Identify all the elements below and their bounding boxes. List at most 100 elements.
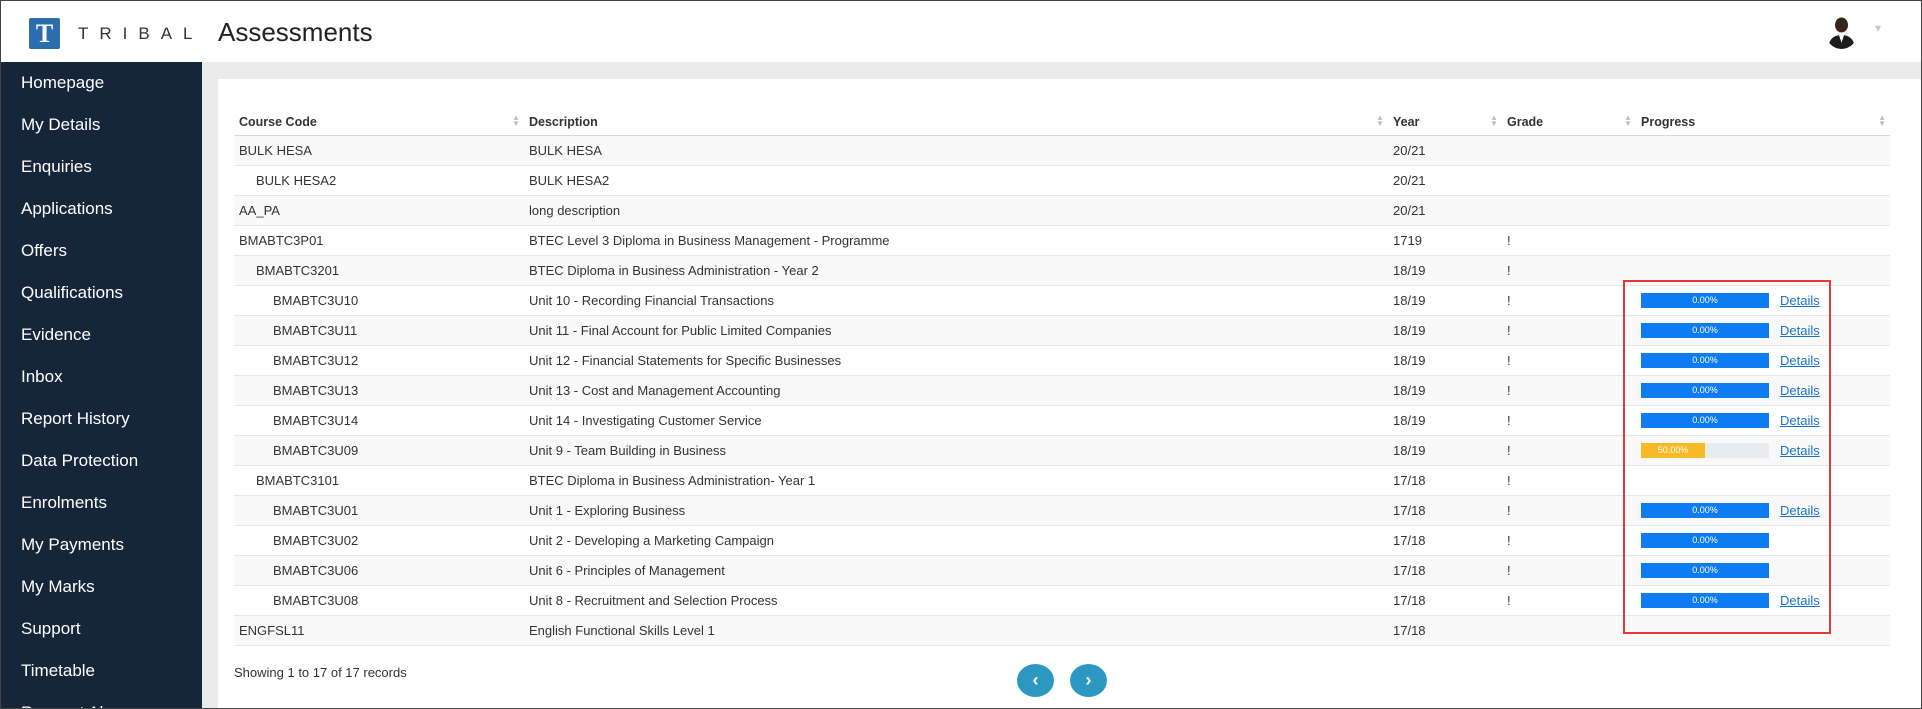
year-cell: 20/21 <box>1388 135 1502 166</box>
year-cell: 20/21 <box>1388 165 1502 196</box>
progress-cell <box>1636 165 1890 196</box>
table-row[interactable]: BULK HESA BULK HESA 20/21 <box>234 135 1890 166</box>
grade-cell: ! <box>1502 525 1636 556</box>
course-code-cell: BULK HESA <box>234 135 524 166</box>
year-cell: 18/19 <box>1388 405 1502 436</box>
chevron-left-icon: ‹ <box>1032 670 1039 690</box>
course-code-cell: BMABTC3U09 <box>234 435 524 466</box>
year-cell: 18/19 <box>1388 375 1502 406</box>
grade-cell: ! <box>1502 405 1636 436</box>
grade-cell: ! <box>1502 315 1636 346</box>
course-code-cell: BMABTC3U02 <box>234 525 524 556</box>
progress-cell <box>1636 225 1890 256</box>
column-header-progress[interactable]: Progress ▲ ▼ <box>1636 109 1890 136</box>
grade-cell: ! <box>1502 375 1636 406</box>
tribal-logo[interactable]: T TRIBAL <box>29 18 204 49</box>
page-title: Assessments <box>218 17 373 47</box>
top-header: T TRIBAL Assessments ▾ <box>1 1 1921 62</box>
course-code-cell: BULK HESA2 <box>234 165 524 196</box>
grade-cell <box>1502 615 1636 646</box>
grade-cell <box>1502 135 1636 166</box>
course-code-cell: BMABTC3201 <box>234 255 524 286</box>
sidebar-item-applications[interactable]: Applications <box>1 188 202 230</box>
table-row[interactable]: BMABTC3P01 BTEC Level 3 Diploma in Busine… <box>234 225 1890 256</box>
description-cell: BTEC Level 3 Diploma in Business Managem… <box>524 225 1388 256</box>
description-cell: BTEC Diploma in Business Administration-… <box>524 465 1388 496</box>
year-cell: 18/19 <box>1388 435 1502 466</box>
description-cell: long description <box>524 195 1388 226</box>
year-cell: 18/19 <box>1388 315 1502 346</box>
description-cell: Unit 8 - Recruitment and Selection Proce… <box>524 585 1388 616</box>
sort-icon[interactable]: ▲ ▼ <box>1490 114 1498 128</box>
grade-cell: ! <box>1502 255 1636 286</box>
course-code-cell: ENGFSL11 <box>234 615 524 646</box>
sidebar-item-my-details[interactable]: My Details <box>1 104 202 146</box>
year-cell: 18/19 <box>1388 345 1502 376</box>
course-code-cell: BMABTC3U12 <box>234 345 524 376</box>
column-header-year[interactable]: Year ▲ ▼ <box>1388 109 1502 136</box>
grade-cell: ! <box>1502 225 1636 256</box>
grade-cell: ! <box>1502 585 1636 616</box>
progress-cell <box>1636 195 1890 226</box>
year-cell: 17/18 <box>1388 495 1502 526</box>
course-code-cell: BMABTC3U11 <box>234 315 524 346</box>
grade-cell: ! <box>1502 285 1636 316</box>
sort-icon[interactable]: ▲ ▼ <box>512 114 520 128</box>
description-cell: Unit 2 - Developing a Marketing Campaign <box>524 525 1388 556</box>
description-cell: Unit 11 - Final Account for Public Limit… <box>524 315 1388 346</box>
column-header-course-code[interactable]: Course Code ▲ ▼ <box>234 109 524 136</box>
course-code-cell: BMABTC3U08 <box>234 585 524 616</box>
app-window: T TRIBAL Assessments ▾ Homepage My Detail… <box>0 0 1922 709</box>
description-cell: Unit 10 - Recording Financial Transactio… <box>524 285 1388 316</box>
sidebar-item-inbox[interactable]: Inbox <box>1 356 202 398</box>
column-header-description[interactable]: Description ▲ ▼ <box>524 109 1388 136</box>
sidebar-item-data-protection[interactable]: Data Protection <box>1 440 202 482</box>
sidebar-item-enrolments[interactable]: Enrolments <box>1 482 202 524</box>
sort-icon[interactable]: ▲ ▼ <box>1624 114 1632 128</box>
table-row[interactable]: BULK HESA2 BULK HESA2 20/21 <box>234 165 1890 196</box>
sidebar-item-request-absence[interactable]: Request Absence <box>1 692 202 708</box>
user-avatar[interactable] <box>1825 13 1858 49</box>
sidebar-item-my-payments[interactable]: My Payments <box>1 524 202 566</box>
sidebar-item-support[interactable]: Support <box>1 608 202 650</box>
year-cell: 17/18 <box>1388 615 1502 646</box>
course-code-cell: BMABTC3U10 <box>234 285 524 316</box>
sort-icon[interactable]: ▲ ▼ <box>1376 114 1384 128</box>
sidebar-item-timetable[interactable]: Timetable <box>1 650 202 692</box>
sidebar-item-homepage[interactable]: Homepage <box>1 62 202 104</box>
year-cell: 20/21 <box>1388 195 1502 226</box>
description-cell: Unit 13 - Cost and Management Accounting <box>524 375 1388 406</box>
grade-cell <box>1502 195 1636 226</box>
table-header-row: Course Code ▲ ▼ Description ▲ ▼ Year ▲ ▼ Grade… <box>234 109 1890 136</box>
description-cell: Unit 6 - Principles of Management <box>524 555 1388 586</box>
course-code-cell: AA_PA <box>234 195 524 226</box>
course-code-cell: BMABTC3U13 <box>234 375 524 406</box>
table-row[interactable]: AA_PA long description 20/21 <box>234 195 1890 226</box>
year-cell: 17/18 <box>1388 585 1502 616</box>
year-cell: 1719 <box>1388 225 1502 256</box>
column-header-grade[interactable]: Grade ▲ ▼ <box>1502 109 1636 136</box>
sidebar-item-enquiries[interactable]: Enquiries <box>1 146 202 188</box>
sidebar-item-my-marks[interactable]: My Marks <box>1 566 202 608</box>
sidebar-item-evidence[interactable]: Evidence <box>1 314 202 356</box>
sort-icon[interactable]: ▲ ▼ <box>1878 114 1886 128</box>
grade-cell: ! <box>1502 555 1636 586</box>
sidebar-item-qualifications[interactable]: Qualifications <box>1 272 202 314</box>
year-cell: 18/19 <box>1388 255 1502 286</box>
description-cell: English Functional Skills Level 1 <box>524 615 1388 646</box>
next-page-button[interactable]: › <box>1070 664 1107 697</box>
sidebar-item-report-history[interactable]: Report History <box>1 398 202 440</box>
grade-cell: ! <box>1502 495 1636 526</box>
year-cell: 17/18 <box>1388 555 1502 586</box>
description-cell: Unit 1 - Exploring Business <box>524 495 1388 526</box>
progress-cell <box>1636 135 1890 166</box>
description-cell: BULK HESA2 <box>524 165 1388 196</box>
previous-page-button[interactable]: ‹ <box>1017 664 1054 697</box>
records-info: Showing 1 to 17 of 17 records <box>234 665 407 680</box>
course-code-cell: BMABTC3101 <box>234 465 524 496</box>
course-code-cell: BMABTC3U01 <box>234 495 524 526</box>
year-cell: 18/19 <box>1388 285 1502 316</box>
course-code-cell: BMABTC3P01 <box>234 225 524 256</box>
account-menu-caret-icon[interactable]: ▾ <box>1875 21 1881 35</box>
sidebar-item-offers[interactable]: Offers <box>1 230 202 272</box>
